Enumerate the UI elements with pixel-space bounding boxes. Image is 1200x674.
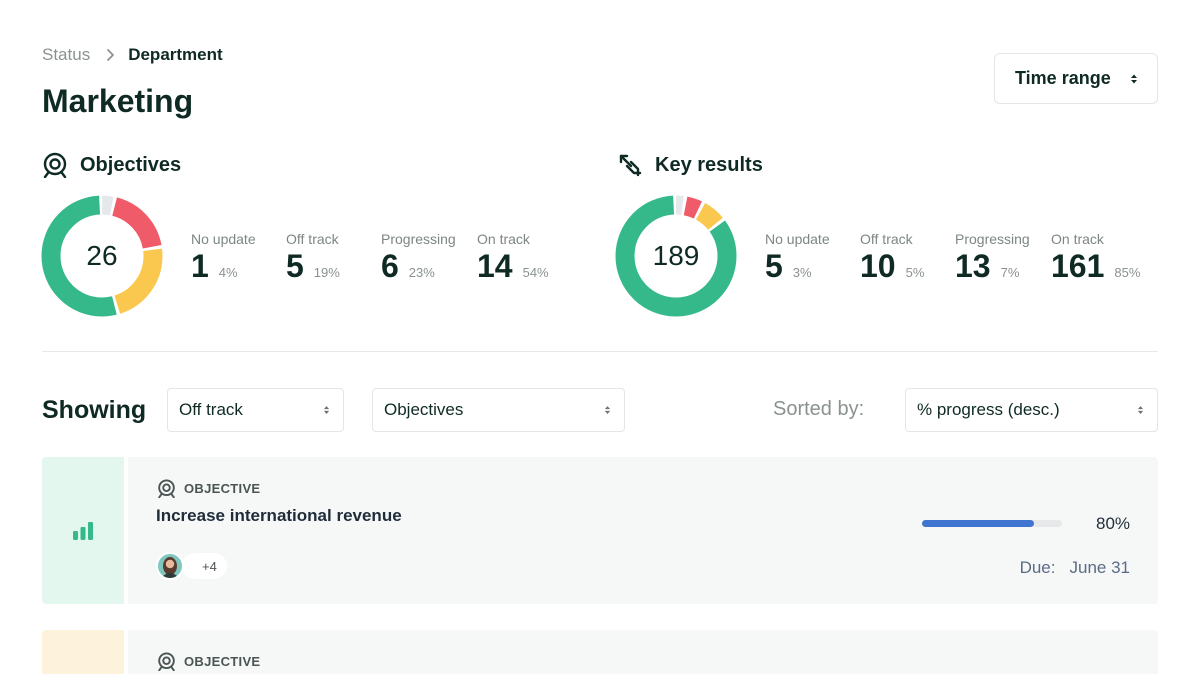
card-title[interactable]: Increase international revenue [156, 506, 402, 526]
section-divider [42, 351, 1158, 352]
breadcrumb: Status Department [42, 45, 223, 65]
page-title: Marketing [42, 83, 194, 119]
stat-label: Off track [286, 231, 339, 247]
stat-percent: 54% [522, 265, 549, 280]
stat-label: No update [765, 231, 830, 247]
time-range-label: Time range [1015, 68, 1111, 88]
key-results-section-title: Key results [617, 152, 763, 178]
objectives-stat: On track 14 54% [477, 231, 549, 284]
objectives-stat: Off track 5 19% [286, 231, 340, 284]
avatar[interactable] [156, 552, 184, 580]
key-results-stat: On track 161 85% [1051, 231, 1140, 284]
card-type: OBJECTIVE [157, 652, 260, 671]
stat-row: 5 3% [765, 248, 830, 284]
stat-value: 14 [477, 248, 513, 284]
stat-label: Off track [860, 231, 913, 247]
stat-label: On track [477, 231, 530, 247]
card-separator [124, 630, 128, 674]
card-status-strip [42, 457, 124, 604]
card-type-label: OBJECTIVE [184, 654, 261, 669]
stat-percent: 5% [905, 265, 925, 280]
stat-value: 161 [1051, 248, 1105, 284]
stat-row: 14 54% [477, 248, 549, 284]
arrow-target-icon [619, 154, 642, 177]
due-value: June 31 [1069, 558, 1131, 577]
stat-percent: 19% [313, 265, 340, 280]
time-range-select[interactable]: Time range [994, 53, 1158, 104]
target-icon [43, 152, 67, 178]
objective-card[interactable]: OBJECTIVE Increase international revenue… [42, 457, 1158, 604]
due-label: Due: [1019, 558, 1056, 577]
stat-percent: 3% [792, 265, 812, 280]
progress-bar [922, 520, 1062, 527]
due-date: Due: June 31 [1020, 558, 1130, 578]
stat-label: Progressing [955, 231, 1030, 247]
stat-percent: 7% [1000, 265, 1020, 280]
key-results-stat: No update 5 3% [765, 231, 830, 284]
status-filter-value: Off track [179, 400, 243, 419]
chevron-right-icon [106, 48, 115, 62]
stat-value: 5 [765, 248, 783, 284]
objectives-donut: 26 [41, 195, 163, 317]
stat-percent: 23% [408, 265, 435, 280]
type-filter-select[interactable]: Objectives [372, 388, 625, 432]
key-results-stat: Off track 10 5% [860, 231, 924, 284]
stat-row: 5 19% [286, 248, 340, 284]
stat-value: 6 [381, 248, 399, 284]
status-filter-select[interactable]: Off track [167, 388, 344, 432]
objectives-total: 26 [86, 240, 118, 271]
card-status-strip [42, 630, 124, 674]
type-filter-value: Objectives [384, 400, 464, 419]
objective-card[interactable]: OBJECTIVE [42, 630, 1158, 674]
updown-arrows-icon [323, 405, 330, 416]
card-type-label: OBJECTIVE [184, 481, 261, 496]
bar-chart-icon [73, 521, 93, 540]
stat-value: 5 [286, 248, 304, 284]
card-separator [124, 457, 128, 604]
extra-owners-badge[interactable]: +4 [182, 553, 227, 579]
updown-arrows-icon [1130, 73, 1138, 85]
breadcrumb-current: Department [128, 45, 223, 64]
progress-bar-fill [922, 520, 1034, 527]
card-type: OBJECTIVE [157, 479, 260, 498]
progress-percent: 80% [1096, 514, 1131, 533]
stat-value: 1 [191, 248, 209, 284]
updown-arrows-icon [1137, 405, 1144, 416]
stat-label: On track [1051, 231, 1104, 247]
stat-percent: 4% [218, 265, 238, 280]
sort-select[interactable]: % progress (desc.) [905, 388, 1158, 432]
key-results-total: 189 [652, 240, 700, 271]
stat-row: 13 7% [955, 248, 1030, 284]
stat-label: Progressing [381, 231, 456, 247]
stat-value: 10 [860, 248, 896, 284]
objectives-stat: Progressing 6 23% [381, 231, 456, 284]
breadcrumb-status-link[interactable]: Status [42, 45, 90, 65]
stat-value: 13 [955, 248, 991, 284]
key-results-donut: 189 [615, 195, 737, 317]
target-icon [158, 479, 175, 498]
stat-row: 161 85% [1051, 248, 1141, 284]
sorted-by-label: Sorted by: [773, 398, 865, 420]
stat-row: 1 4% [191, 248, 256, 284]
objectives-title: Objectives [80, 153, 182, 176]
sort-value: % progress (desc.) [917, 400, 1060, 419]
stat-percent: 85% [1114, 265, 1141, 280]
stat-label: No update [191, 231, 256, 247]
objectives-section-title: Objectives [42, 152, 181, 178]
target-icon [158, 652, 175, 671]
key-results-title: Key results [655, 153, 763, 176]
stat-row: 6 23% [381, 248, 456, 284]
updown-arrows-icon [604, 405, 611, 416]
key-results-stat: Progressing 13 7% [955, 231, 1030, 284]
objectives-stat: No update 1 4% [191, 231, 256, 284]
extra-owners-count: +4 [202, 558, 217, 574]
showing-label: Showing [42, 396, 147, 424]
stat-row: 10 5% [860, 248, 925, 284]
